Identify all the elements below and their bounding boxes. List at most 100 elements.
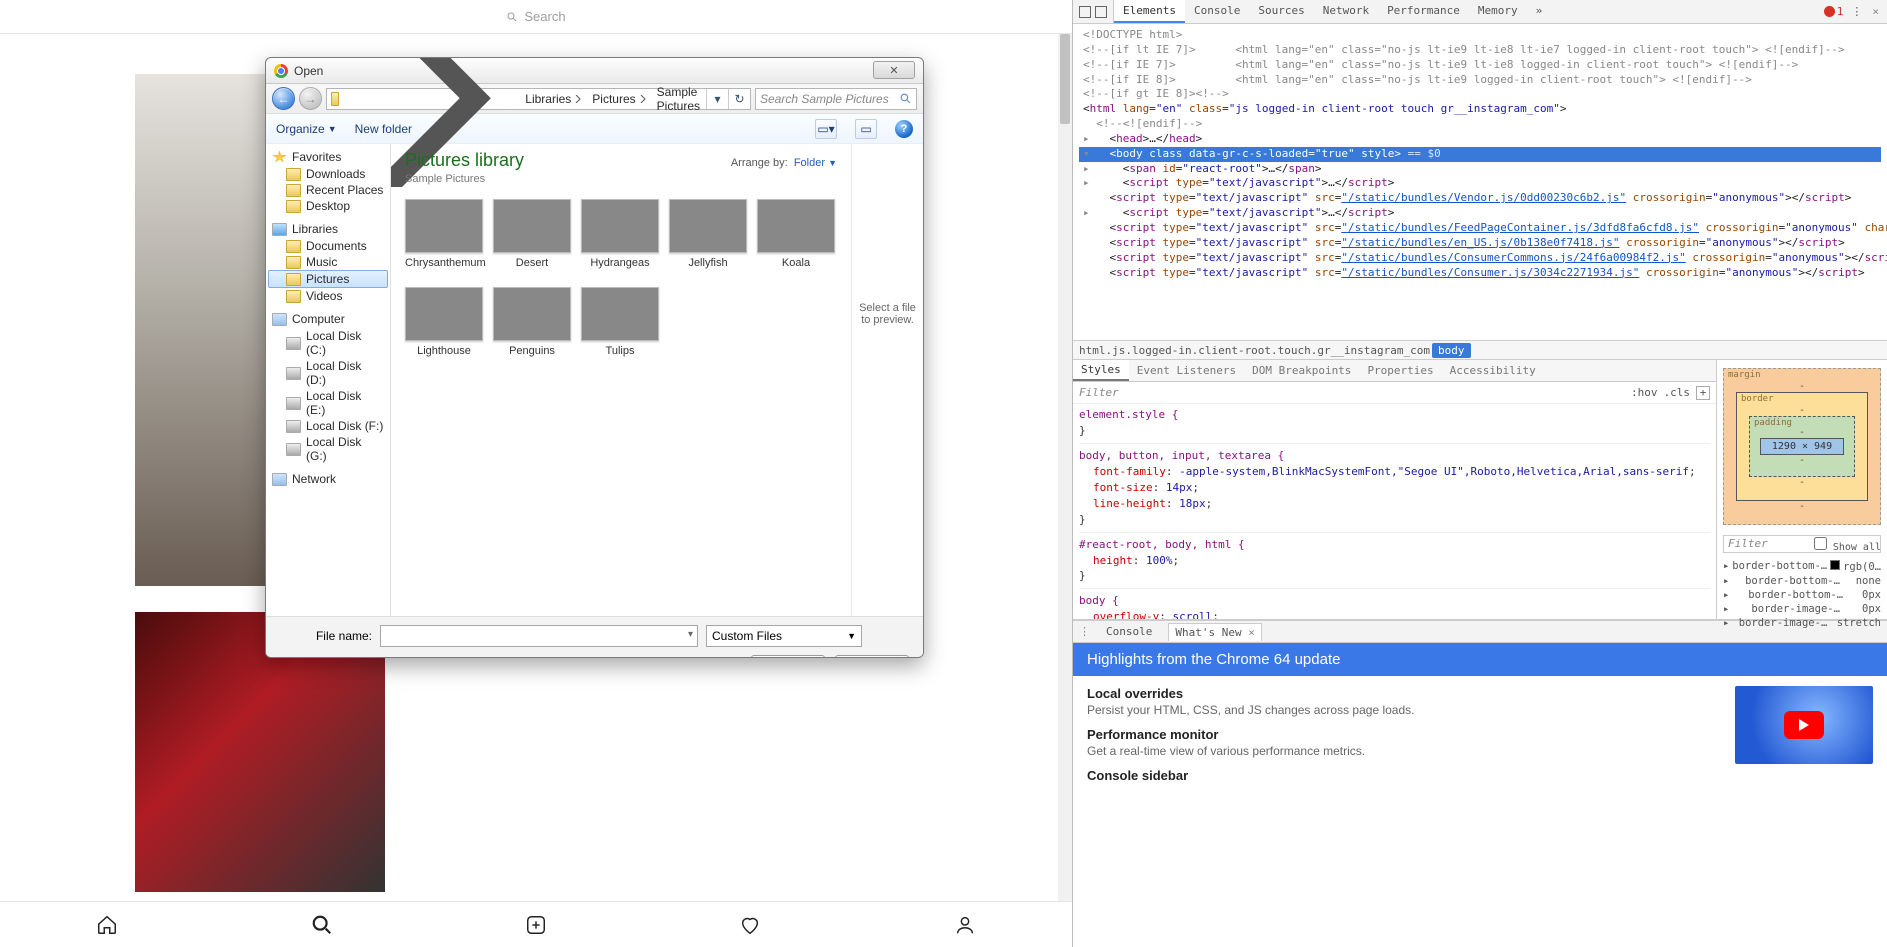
devtools-tab-sources[interactable]: Sources	[1249, 0, 1313, 23]
styles-subtab[interactable]: DOM Breakpoints	[1244, 361, 1359, 380]
cancel-button[interactable]: Cancel	[835, 655, 909, 658]
whatsnew-banner: Highlights from the Chrome 64 update	[1073, 643, 1887, 676]
explore-search[interactable]: Search	[0, 0, 1072, 34]
devtools-tab-network[interactable]: Network	[1314, 0, 1378, 23]
dialog-search[interactable]: Search Sample Pictures	[755, 88, 917, 110]
computed-prop[interactable]: border-bottom-…rgb(0…	[1723, 559, 1881, 574]
drawer-tab-whatsnew[interactable]: What's New ×	[1168, 623, 1261, 641]
devtools-tab-performance[interactable]: Performance	[1378, 0, 1469, 23]
open-button[interactable]: Open	[751, 655, 825, 658]
sidebar-group[interactable]: Network	[268, 470, 388, 488]
inspect-toggle[interactable]	[1073, 0, 1114, 23]
devtools-close[interactable]: ×	[1872, 5, 1879, 18]
nav-forward-button[interactable]: →	[299, 87, 322, 110]
sidebar-item[interactable]: Documents	[268, 238, 388, 254]
file-thumb[interactable]: Koala	[757, 199, 835, 269]
search-placeholder: Search	[524, 9, 565, 24]
styles-subtab[interactable]: Styles	[1073, 360, 1129, 381]
new-folder-button[interactable]: New folder	[355, 122, 412, 136]
styles-subtab[interactable]: Properties	[1359, 361, 1441, 380]
new-rule-button[interactable]: +	[1696, 386, 1710, 400]
computed-prop[interactable]: border-image-…0px	[1723, 602, 1881, 616]
nav-activity[interactable]	[738, 913, 762, 937]
dom-breadcrumbs[interactable]: html.js.logged-in.client-root.touch.gr__…	[1073, 340, 1887, 360]
box-model[interactable]: margin - border- padding- 1290 × 949 - -…	[1723, 368, 1881, 525]
sidebar-group[interactable]: Favorites	[268, 148, 388, 166]
styles-filter[interactable]: Filter	[1079, 386, 1119, 399]
filename-label: File name:	[280, 629, 372, 643]
sidebar-item[interactable]: Local Disk (C:)	[268, 328, 388, 358]
drawer-menu[interactable]: ⋮	[1079, 625, 1090, 638]
file-thumb[interactable]: Penguins	[493, 287, 571, 357]
sidebar-item[interactable]: Videos	[268, 288, 388, 304]
sidebar-item[interactable]: Desktop	[268, 198, 388, 214]
breadcrumb-item[interactable]: Pictures	[588, 92, 650, 106]
dialog-title: Open	[294, 64, 323, 78]
file-thumb[interactable]: Desert	[493, 199, 571, 269]
file-thumb[interactable]: Lighthouse	[405, 287, 483, 357]
sidebar-item[interactable]: Local Disk (F:)	[268, 418, 388, 434]
sidebar-group[interactable]: Computer	[268, 310, 388, 328]
devtools-tab-elements[interactable]: Elements	[1114, 0, 1185, 23]
search-icon	[899, 92, 912, 105]
whatsnew-heading: Local overrides	[1087, 686, 1721, 701]
breadcrumb-dropdown[interactable]: ▾	[706, 89, 728, 109]
organize-menu[interactable]: Organize ▼	[276, 122, 337, 136]
play-icon	[1784, 711, 1824, 739]
nav-add[interactable]	[524, 913, 548, 937]
dialog-footer: File name: Custom Files▼ Open Cancel	[266, 616, 923, 658]
nav-search[interactable]	[310, 913, 334, 937]
preview-pane-button[interactable]: ▭	[855, 119, 877, 139]
close-icon[interactable]: ×	[1248, 626, 1255, 639]
nav-back-button[interactable]: ←	[272, 87, 295, 110]
filename-input[interactable]	[380, 625, 698, 647]
sidebar-item[interactable]: Recent Places	[268, 182, 388, 198]
computed-pane: margin - border- padding- 1290 × 949 - -…	[1717, 360, 1887, 619]
file-thumb[interactable]: Tulips	[581, 287, 659, 357]
breadcrumb[interactable]: Libraries Pictures Sample Pictures ▾ ↻	[326, 88, 751, 110]
video-thumb[interactable]	[1735, 686, 1873, 764]
sidebar-group[interactable]: Libraries	[268, 220, 388, 238]
devtools-tabs: ElementsConsoleSourcesNetworkPerformance…	[1073, 0, 1887, 24]
devtools-tab-console[interactable]: Console	[1185, 0, 1249, 23]
help-button[interactable]: ?	[895, 120, 913, 138]
file-thumb[interactable]: Jellyfish	[669, 199, 747, 269]
sidebar-item[interactable]: Local Disk (G:)	[268, 434, 388, 464]
sidebar-item[interactable]: Local Disk (D:)	[268, 358, 388, 388]
drawer-tab-console[interactable]: Console	[1100, 623, 1158, 640]
arrange-by[interactable]: Arrange by: Folder ▼	[731, 157, 837, 169]
devtools-tab-memory[interactable]: Memory	[1469, 0, 1527, 23]
view-mode-button[interactable]: ▭▾	[815, 119, 837, 139]
file-thumb[interactable]: Chrysanthemum	[405, 199, 483, 269]
nav-profile[interactable]	[953, 913, 977, 937]
computed-prop[interactable]: border-bottom-…none	[1723, 574, 1881, 588]
sidebar-item[interactable]: Downloads	[268, 166, 388, 182]
refresh-button[interactable]: ↻	[728, 89, 750, 109]
nav-home[interactable]	[95, 913, 119, 937]
filetype-filter[interactable]: Custom Files▼	[706, 625, 862, 647]
file-thumb[interactable]: Hydrangeas	[581, 199, 659, 269]
whatsnew-heading: Performance monitor	[1087, 727, 1721, 742]
search-placeholder: Search Sample Pictures	[760, 92, 889, 106]
computed-prop[interactable]: border-image-…stretch	[1723, 616, 1881, 630]
computed-prop[interactable]: border-bottom-…0px	[1723, 588, 1881, 602]
folder-icon	[331, 92, 339, 106]
error-count[interactable]: 1	[1824, 5, 1844, 18]
showall-checkbox[interactable]	[1814, 537, 1827, 550]
sidebar-item[interactable]: Pictures	[268, 270, 388, 288]
dialog-close-button[interactable]: ✕	[873, 61, 915, 79]
chrome-icon	[274, 64, 288, 78]
styles-subtab[interactable]: Event Listeners	[1129, 361, 1244, 380]
dom-tree[interactable]: <!DOCTYPE html><!--[if lt IE 7]> <html l…	[1073, 24, 1887, 340]
cls-toggle[interactable]: .cls	[1664, 386, 1691, 399]
hov-toggle[interactable]: :hov	[1631, 386, 1658, 399]
sidebar-item[interactable]: Local Disk (E:)	[268, 388, 388, 418]
tabs-overflow[interactable]: »	[1527, 0, 1554, 23]
sidebar-item[interactable]: Music	[268, 254, 388, 270]
whatsnew-heading: Console sidebar	[1087, 768, 1721, 783]
devtools-menu[interactable]: ⋮	[1851, 5, 1864, 18]
feed-scrollbar[interactable]	[1058, 34, 1072, 901]
breadcrumb-item[interactable]: Libraries	[521, 92, 586, 106]
styles-subtab[interactable]: Accessibility	[1442, 361, 1544, 380]
breadcrumb-item[interactable]: Sample Pictures	[653, 85, 704, 113]
